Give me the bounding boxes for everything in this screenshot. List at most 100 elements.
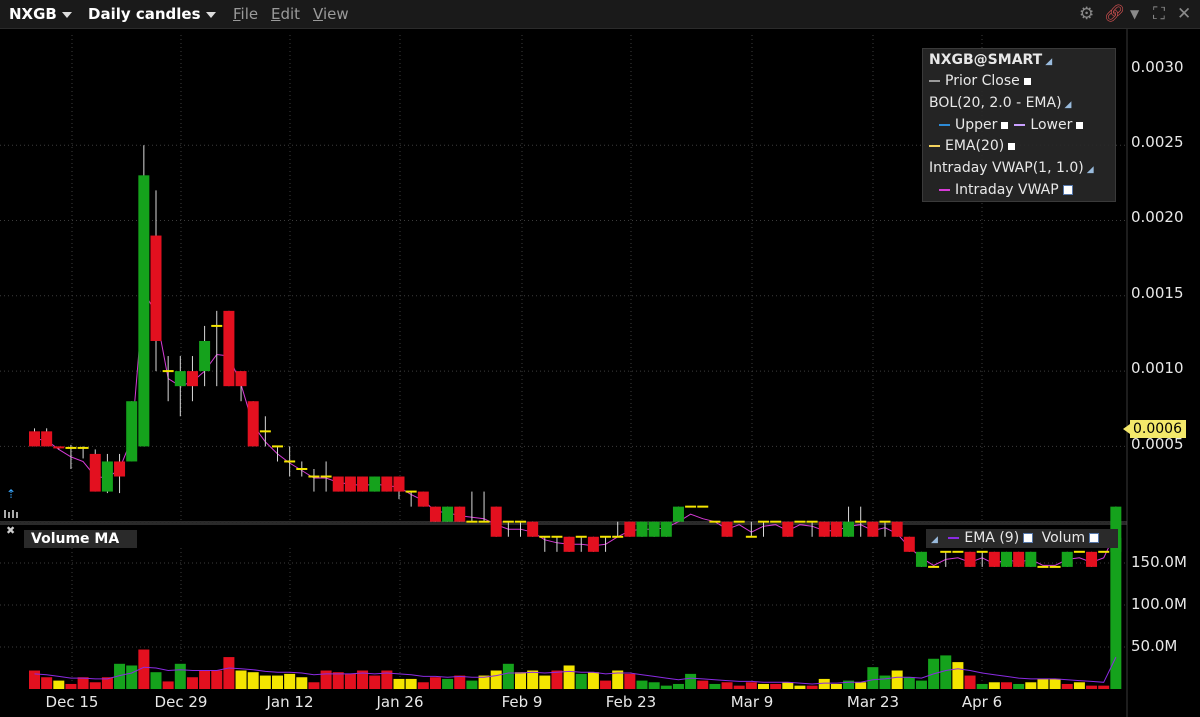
candle-body <box>235 371 247 387</box>
volume-bar <box>600 680 612 689</box>
volume-bar <box>442 678 454 689</box>
volume-bar <box>454 675 466 689</box>
candle-body <box>624 521 636 537</box>
expand-arrow-icon: ◢ <box>1064 100 1072 110</box>
volume-bar <box>587 672 599 689</box>
candle-body <box>381 476 393 492</box>
candle <box>1013 551 1025 567</box>
volume-bar <box>867 667 879 689</box>
candle <box>891 521 903 537</box>
candle <box>369 476 381 492</box>
volume-bar <box>150 672 162 689</box>
candle-body <box>660 521 672 537</box>
candle-body <box>29 431 40 447</box>
candle-body <box>830 521 842 537</box>
legend-vwap-group[interactable]: Intraday VWAP(1, 1.0) ◢ <box>929 160 1094 176</box>
candle-body <box>1061 551 1073 567</box>
close-icon[interactable]: ✕ <box>1177 4 1191 24</box>
volume-bar <box>186 677 198 689</box>
volume-bar <box>1001 682 1012 689</box>
candle-body <box>101 461 113 492</box>
date-tick: Mar 9 <box>730 693 774 711</box>
volume-bar <box>575 673 587 689</box>
volume-tick: 100.0M <box>1131 595 1187 613</box>
close-panel-icon[interactable]: ✖ <box>6 524 15 537</box>
candle <box>1086 551 1098 567</box>
candle <box>1061 551 1073 567</box>
volume-bar <box>976 683 988 689</box>
menu-view[interactable]: View <box>313 5 349 23</box>
candle <box>344 476 356 492</box>
volume-legend[interactable]: ◢ EMA (9) Volum <box>926 529 1118 548</box>
volume-bar <box>199 670 211 689</box>
volume-bar <box>53 680 65 689</box>
checkbox-icon <box>1008 142 1016 150</box>
candle-body <box>1013 551 1025 567</box>
scroll-arrow-icon[interactable]: ⇡ <box>6 487 16 501</box>
volume-bar <box>393 678 405 689</box>
volume-bar <box>551 670 563 689</box>
candle <box>442 506 454 522</box>
expand-icon[interactable]: ⛶ <box>1153 4 1165 24</box>
volume-bar <box>1073 682 1085 689</box>
candle <box>223 310 235 387</box>
volume-bar <box>1049 678 1061 689</box>
candle-body <box>223 310 235 387</box>
legend-bol[interactable]: BOL(20, 2.0 - EMA) ◢ <box>929 95 1071 111</box>
price-tick: 0.0015 <box>1131 284 1184 302</box>
candle <box>527 521 539 537</box>
candle-body <box>186 371 198 387</box>
volume-bar <box>733 685 745 689</box>
dropdown-icon[interactable]: ▼ <box>1130 7 1139 21</box>
candle-body <box>527 521 539 537</box>
grip-icon[interactable] <box>3 508 21 520</box>
volume-bar <box>344 673 356 689</box>
volume-bar <box>320 670 332 689</box>
volume-bar <box>721 682 733 689</box>
ema-swatch <box>929 145 940 147</box>
volume-bar <box>332 672 344 689</box>
candle <box>915 551 927 567</box>
legend-vwap[interactable]: Intraday VWAP <box>939 182 1073 198</box>
legend-prior-close[interactable]: Prior Close <box>929 73 1031 89</box>
gear-icon[interactable]: ⚙ <box>1079 4 1094 24</box>
volume-bar <box>745 682 757 689</box>
last-price-tag: 0.0006 <box>1123 420 1186 438</box>
candle <box>830 521 842 537</box>
symbol-dropdown[interactable]: NXGB <box>9 5 72 23</box>
candle <box>867 521 879 537</box>
checkbox-icon <box>1076 121 1084 129</box>
legend-title[interactable]: NXGB@SMART ◢ <box>929 52 1052 68</box>
price-tick: 0.0025 <box>1131 133 1184 151</box>
prior-close-swatch <box>929 80 940 82</box>
date-tick: Feb 9 <box>501 693 543 711</box>
volume-bar <box>29 670 40 689</box>
volume-bar <box>952 662 964 689</box>
volume-bar <box>648 682 660 689</box>
menu-edit[interactable]: Edit <box>271 5 300 23</box>
candle <box>818 521 830 537</box>
candle-body <box>369 476 381 492</box>
indicator-legend: NXGB@SMART ◢ Prior Close BOL(20, 2.0 - EM… <box>922 48 1116 202</box>
candle-body <box>964 551 976 567</box>
menu-file[interactable]: File <box>233 5 258 23</box>
legend-bol-bands[interactable]: Upper Lower <box>939 117 1084 133</box>
volume-bar <box>563 665 575 689</box>
candle-body <box>818 521 830 537</box>
candle-body <box>891 521 903 537</box>
date-tick: Dec 15 <box>45 693 99 711</box>
volume-bar <box>490 670 502 689</box>
volume-bar <box>466 680 478 689</box>
candle <box>964 551 976 567</box>
period-dropdown[interactable]: Daily candles <box>88 5 216 23</box>
candle <box>490 506 502 537</box>
legend-ema[interactable]: EMA(20) <box>929 138 1016 154</box>
volume-bar <box>988 682 1000 689</box>
date-tick: Feb 23 <box>605 693 657 711</box>
chart-toolbar: NXGB Daily candles File Edit View ⚙ 🔗︎ ▼… <box>0 0 1200 29</box>
date-tick: Apr 6 <box>961 693 1003 711</box>
candle-body <box>357 476 369 492</box>
candle-body <box>843 521 855 537</box>
date-tick: Dec 29 <box>154 693 208 711</box>
link-icon[interactable]: 🔗︎ <box>1104 4 1126 24</box>
